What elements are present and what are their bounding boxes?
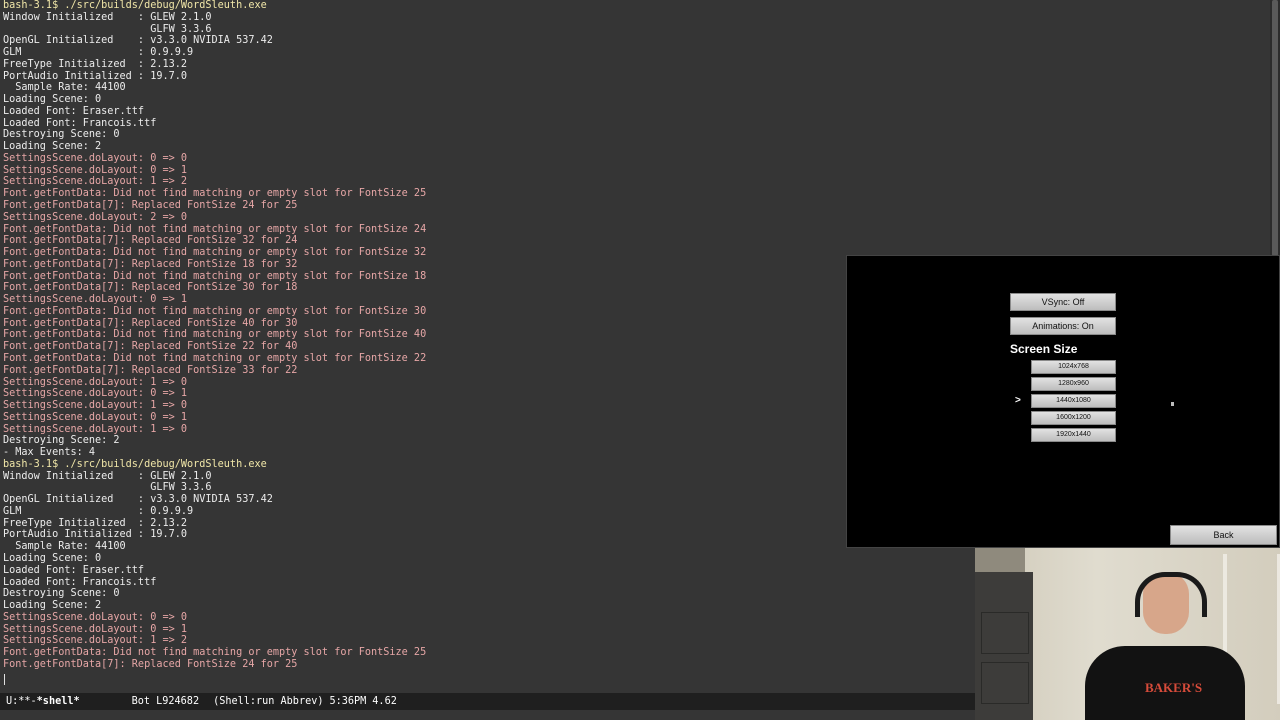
terminal-line: Loaded Font: Eraser.ttf: [3, 105, 145, 117]
terminal-line: Font.getFontData: Did not find matching …: [3, 270, 427, 282]
terminal-line: SettingsScene.doLayout: 0 => 1: [3, 164, 188, 176]
terminal-line: SettingsScene.doLayout: 0 => 1: [3, 411, 188, 423]
mouse-pointer-icon: [1171, 402, 1174, 406]
terminal-line: Destroying Scene: 0: [3, 129, 120, 141]
terminal-line: PortAudio Initialized : 19.7.0: [3, 70, 188, 82]
terminal-line: bash-3.1$ ./src/builds/debug/WordSleuth.…: [3, 0, 267, 11]
terminal-line: Font.getFontData: Did not find matching …: [3, 329, 427, 341]
vsync-toggle-button[interactable]: VSync: Off: [1010, 293, 1116, 311]
terminal-line: SettingsScene.doLayout: 1 => 0: [3, 376, 188, 388]
terminal-line: Font.getFontData[7]: Replaced FontSize 1…: [3, 258, 298, 270]
terminal-line: Loaded Font: Eraser.ttf: [3, 564, 145, 576]
terminal-line: Window Initialized : GLEW 2.1.0: [3, 470, 212, 482]
terminal-line: Font.getFontData: Did not find matching …: [3, 247, 427, 259]
terminal-line: SettingsScene.doLayout: 0 => 0: [3, 152, 188, 164]
webcam-overlay: BAKER'S: [975, 548, 1280, 720]
buffer-status: U:**-: [6, 696, 37, 707]
terminal-line: OpenGL Initialized : v3.3.0 NVIDIA 537.4…: [3, 35, 273, 47]
resolution-button[interactable]: 1440x1080: [1031, 394, 1116, 408]
terminal-line: Window Initialized : GLEW 2.1.0: [3, 11, 212, 23]
terminal-line: Font.getFontData[7]: Replaced FontSize 2…: [3, 200, 298, 212]
resolution-button[interactable]: 1600x1200: [1031, 411, 1116, 425]
webcam-file-cabinet: [975, 572, 1033, 720]
shirt-logo-text: BAKER'S: [1145, 680, 1203, 695]
terminal-line: GLM : 0.9.9.9: [3, 47, 194, 59]
terminal-line: SettingsScene.doLayout: 1 => 0: [3, 400, 188, 412]
scrollbar-thumb[interactable]: [1272, 0, 1278, 256]
terminal-line: OpenGL Initialized : v3.3.0 NVIDIA 537.4…: [3, 494, 273, 506]
terminal-line: Font.getFontData[7]: Replaced FontSize 3…: [3, 282, 298, 294]
terminal-line: Sample Rate: 44100: [3, 82, 126, 94]
terminal-line: Font.getFontData[7]: Replaced FontSize 3…: [3, 364, 298, 376]
clock-time: 5:36PM: [329, 696, 367, 707]
headphones-icon: [1135, 572, 1207, 617]
load-average: 4.62: [372, 696, 397, 707]
terminal-line: Loading Scene: 2: [3, 141, 102, 153]
terminal-line: GLFW 3.3.6: [3, 482, 212, 494]
terminal-line: Font.getFontData: Did not find matching …: [3, 305, 427, 317]
terminal-line: Font.getFontData: Did not find matching …: [3, 352, 427, 364]
buffer-position: Bot L924682: [131, 696, 200, 707]
terminal-line: Font.getFontData: Did not find matching …: [3, 188, 427, 200]
terminal-line: GLM : 0.9.9.9: [3, 505, 194, 517]
resolution-button[interactable]: 1024x768: [1031, 360, 1116, 374]
terminal-line: SettingsScene.doLayout: 2 => 0: [3, 211, 188, 223]
selected-resolution-marker: >: [1015, 395, 1021, 406]
minibuffer[interactable]: [0, 710, 975, 720]
game-settings-window: VSync: Off Animations: On Screen Size > …: [846, 255, 1280, 548]
terminal-line: SettingsScene.doLayout: 0 => 0: [3, 611, 188, 623]
terminal-line: SettingsScene.doLayout: 0 => 1: [3, 388, 188, 400]
terminal-line: FreeType Initialized : 2.13.2: [3, 58, 188, 70]
terminal-line: SettingsScene.doLayout: 0 => 1: [3, 294, 188, 306]
back-button[interactable]: Back: [1170, 525, 1277, 545]
resolution-button[interactable]: 1280x960: [1031, 377, 1116, 391]
text-cursor: [4, 674, 5, 685]
terminal-line: Font.getFontData[7]: Replaced FontSize 3…: [3, 235, 298, 247]
major-minor-modes: (Shell:run Abbrev): [213, 696, 324, 707]
terminal-line: PortAudio Initialized : 19.7.0: [3, 529, 188, 541]
terminal-line: Font.getFontData: Did not find matching …: [3, 647, 427, 659]
terminal-line: SettingsScene.doLayout: 1 => 2: [3, 176, 188, 188]
terminal-line: SettingsScene.doLayout: 0 => 1: [3, 623, 188, 635]
terminal-line: Destroying Scene: 2: [3, 435, 120, 447]
terminal-output: bash-3.1$ ./src/builds/debug/WordSleuth.…: [3, 0, 426, 671]
terminal-line: - Max Events: 4: [3, 447, 96, 459]
resolution-button[interactable]: 1920x1440: [1031, 428, 1116, 442]
buffer-name: *shell*: [36, 696, 80, 707]
terminal-line: Font.getFontData[7]: Replaced FontSize 2…: [3, 341, 298, 353]
terminal-line: SettingsScene.doLayout: 1 => 0: [3, 423, 188, 435]
terminal-line: Font.getFontData: Did not find matching …: [3, 223, 427, 235]
screen-size-heading: Screen Size: [1010, 342, 1078, 356]
terminal-line: Loaded Font: Francois.ttf: [3, 576, 157, 588]
cabinet-drawer: [981, 662, 1029, 704]
terminal-line: Loading Scene: 2: [3, 600, 102, 612]
terminal-line: Font.getFontData[7]: Replaced FontSize 4…: [3, 317, 298, 329]
terminal-line: GLFW 3.3.6: [3, 23, 212, 35]
terminal-line: Loaded Font: Francois.ttf: [3, 117, 157, 129]
emacs-mode-line: U:**-*shell* Bot L924682 (Shell:run Abbrev…: [0, 693, 975, 710]
cabinet-drawer: [981, 612, 1029, 654]
terminal-line: Sample Rate: 44100: [3, 541, 126, 553]
terminal-line: Font.getFontData[7]: Replaced FontSize 2…: [3, 658, 298, 670]
terminal-line: Loading Scene: 0: [3, 552, 102, 564]
terminal-line: Loading Scene: 0: [3, 94, 102, 106]
terminal-line: SettingsScene.doLayout: 1 => 2: [3, 635, 188, 647]
terminal-line: Destroying Scene: 0: [3, 588, 120, 600]
animations-toggle-button[interactable]: Animations: On: [1010, 317, 1116, 335]
terminal-line: FreeType Initialized : 2.13.2: [3, 517, 188, 529]
terminal-line: bash-3.1$ ./src/builds/debug/WordSleuth.…: [3, 458, 267, 470]
